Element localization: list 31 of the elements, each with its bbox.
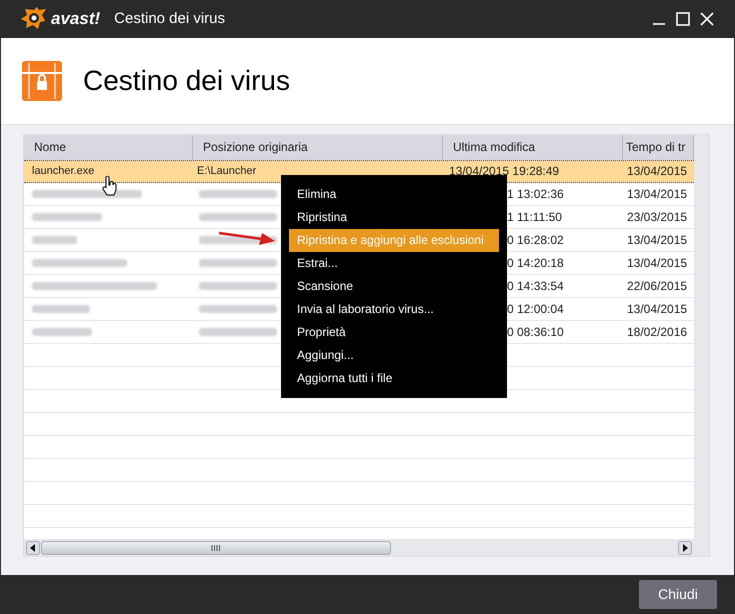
- quarantine-date: 13/04/2015: [627, 302, 688, 316]
- scroll-thumb[interactable]: [41, 540, 391, 554]
- modified-date: 13/04/2015 19:28:49: [449, 164, 560, 178]
- close-button[interactable]: Chiudi: [639, 580, 717, 608]
- quarantine-date: 23/03/2015: [627, 210, 688, 224]
- quarantine-date: 13/04/2015: [627, 186, 688, 201]
- maximize-icon[interactable]: [676, 12, 690, 26]
- quarantine-date: 18/02/2016: [627, 324, 688, 339]
- window-title: Cestino dei virus: [114, 8, 226, 29]
- file-name: launcher.exe: [32, 165, 94, 178]
- scroll-left-icon[interactable]: [26, 540, 40, 554]
- scroll-right-icon[interactable]: [678, 540, 692, 554]
- horizontal-scrollbar[interactable]: [24, 539, 694, 556]
- quarantine-date: 13/04/2015: [627, 256, 688, 270]
- modified-date: 0 16:28:02: [507, 232, 564, 247]
- logo-icon: [21, 7, 47, 31]
- hand-cursor-icon: [102, 176, 118, 196]
- modified-date: 1 11:11:50: [507, 210, 562, 224]
- file-location: E:\Launcher: [197, 165, 256, 178]
- modified-date: 0 14:33:54: [507, 278, 564, 293]
- quarantine-date: 13/04/2015: [627, 164, 688, 178]
- modified-date: 0 12:00:04: [507, 302, 564, 316]
- modified-date: 0 14:20:18: [507, 256, 564, 270]
- quarantine-date: 22/06/2015: [627, 278, 688, 293]
- close-icon[interactable]: [700, 12, 714, 26]
- page-title: Cestino dei virus: [83, 64, 290, 98]
- modified-date: 1 13:02:36: [507, 186, 564, 201]
- logo-text: avast!: [51, 8, 100, 30]
- chest-icon: [22, 61, 62, 101]
- quarantine-date: 13/04/2015: [627, 232, 688, 247]
- modified-date: 0 08:36:10: [507, 324, 564, 339]
